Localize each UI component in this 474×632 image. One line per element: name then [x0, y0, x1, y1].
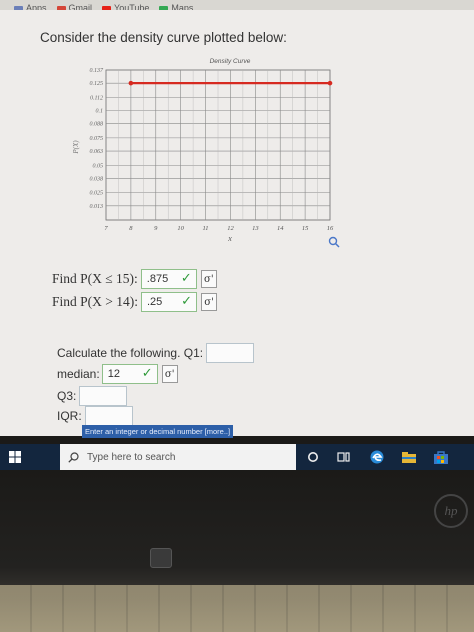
answer-2-value: .25: [147, 296, 163, 308]
sig-figs-button[interactable]: σ': [200, 270, 217, 288]
problem-prompt: Consider the density curve plotted below…: [40, 30, 287, 45]
file-explorer-icon[interactable]: [400, 448, 418, 466]
hp-logo-icon: hp: [434, 494, 468, 528]
x-tick-label: 8: [129, 225, 133, 232]
input-hint-tooltip: Enter an integer or decimal number [more…: [82, 425, 234, 438]
sig-figs-button[interactable]: σ': [201, 293, 217, 311]
x-tick-label: 11: [203, 225, 209, 232]
keyboard-key: [150, 548, 172, 568]
task-view-icon[interactable]: [334, 448, 352, 466]
y-tick-label: 0.125: [90, 81, 104, 87]
iqr-input[interactable]: [84, 406, 133, 426]
q3-label: Q3:: [57, 389, 77, 403]
y-tick-label: 0.05: [93, 163, 104, 169]
answer-2-input[interactable]: .25 ✓: [141, 292, 197, 312]
y-axis-label: P(X): [72, 140, 80, 155]
sig-figs-button[interactable]: σ': [161, 365, 178, 383]
zoom-icon[interactable]: [328, 236, 340, 248]
answer-1-input[interactable]: .875 ✓: [140, 269, 197, 289]
y-tick-label: 0.137: [90, 68, 105, 74]
x-tick-label: 14: [277, 225, 284, 232]
x-tick-label: 10: [177, 225, 184, 232]
correct-check-icon: ✓: [141, 366, 153, 381]
windows-taskbar: Type here to search: [0, 444, 474, 470]
correct-check-icon: ✓: [180, 271, 192, 286]
store-icon[interactable]: [432, 448, 450, 466]
q3-input[interactable]: [79, 386, 128, 406]
iqr-label: IQR:: [57, 409, 82, 423]
laptop-keyboard: [0, 585, 474, 632]
question-1-row: Find P(X ≤ 15): .875 ✓ σ': [52, 269, 217, 289]
y-tick-label: 0.075: [90, 136, 104, 142]
q3-row: Q3:: [57, 386, 128, 406]
y-tick-label: 0.038: [90, 176, 104, 182]
taskbar-search[interactable]: Type here to search: [60, 444, 296, 470]
x-tick-label: 12: [227, 225, 234, 232]
assignment-page: Consider the density curve plotted below…: [0, 10, 474, 438]
density-chart: Density Curve 0.137 0.125 0.112 0.1 0.088 0.0…: [72, 58, 334, 243]
y-tick-label: 0.013: [90, 204, 104, 210]
question-1-label: Find P(X ≤ 15):: [52, 271, 138, 286]
x-tick-label: 13: [252, 225, 259, 232]
windows-logo-icon: [9, 451, 21, 463]
median-row: median: 12 ✓ σ': [57, 364, 178, 384]
density-endpoint: [128, 80, 134, 86]
y-tick-label: 0.112: [90, 95, 103, 101]
iqr-row: IQR:: [57, 406, 133, 426]
question-2-row: Find P(X > 14): .25 ✓ σ': [52, 292, 217, 312]
median-label: median:: [57, 367, 100, 381]
y-tick-label: 0.025: [90, 191, 104, 197]
q1-input[interactable]: [206, 343, 255, 363]
cortana-icon[interactable]: [304, 448, 322, 466]
bookmarks-bar: Apps Gmail YouTube Maps: [0, 0, 474, 10]
answer-1-value: .875: [146, 273, 169, 285]
density-endpoint: [327, 80, 333, 86]
calc-label: Calculate the following. Q1:: [57, 346, 204, 360]
search-icon: [68, 451, 79, 463]
search-placeholder: Type here to search: [87, 451, 176, 463]
x-axis-label: x: [227, 234, 232, 243]
correct-check-icon: ✓: [181, 294, 192, 309]
y-tick-label: 0.088: [90, 122, 104, 128]
start-button[interactable]: [0, 444, 30, 470]
calc-row: Calculate the following. Q1:: [57, 343, 255, 363]
x-tick-label: 7: [104, 225, 108, 232]
y-tick-label: 0.063: [90, 149, 104, 155]
median-value: 12: [107, 368, 120, 380]
median-input[interactable]: 12 ✓: [101, 364, 158, 384]
x-tick-label: 9: [154, 225, 158, 232]
x-tick-label: 16: [327, 225, 334, 232]
x-tick-label: 15: [302, 225, 309, 232]
edge-browser-icon[interactable]: [368, 448, 386, 466]
question-2-label: Find P(X > 14):: [52, 294, 138, 309]
chart-title: Density Curve: [210, 58, 251, 65]
y-tick-label: 0.1: [96, 109, 104, 115]
